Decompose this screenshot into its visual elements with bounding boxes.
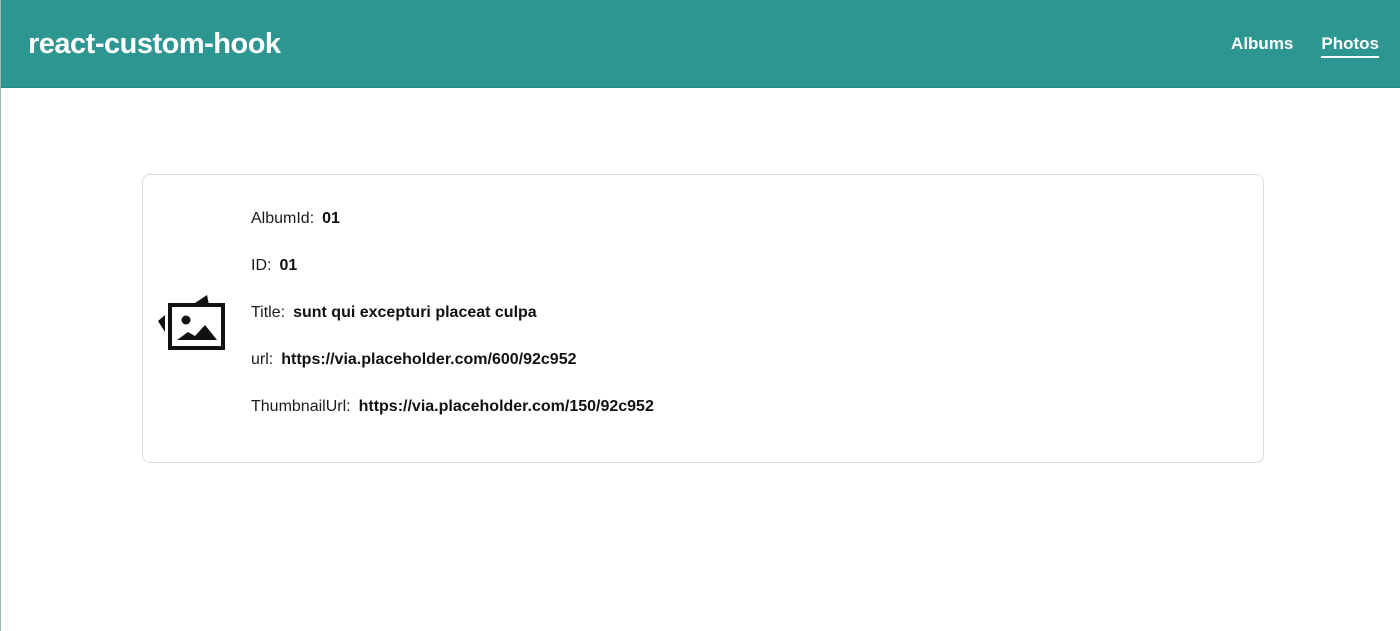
field-url: url: https://via.placeholder.com/600/92c9… (251, 350, 654, 397)
brand-title[interactable]: react-custom-hook (28, 26, 281, 62)
field-title: Title: sunt qui excepturi placeat culpa (251, 303, 654, 350)
photo-fields: AlbumId: 01 ID: 01 Title: sunt qui exceptur… (251, 209, 654, 444)
nav-link-photos[interactable]: Photos (1321, 33, 1379, 58)
field-thumbnail-url: ThumbnailUrl: https://via.placeholder.com… (251, 397, 654, 444)
field-label: url: (251, 351, 274, 368)
field-label: Title: (251, 304, 286, 321)
field-value: https://via.placeholder.com/150/92c952 (358, 398, 654, 415)
navbar: react-custom-hook Albums Photos (1, 0, 1400, 88)
image-frame-icon (157, 287, 227, 353)
field-label: ID: (251, 257, 272, 274)
field-label: ThumbnailUrl: (251, 398, 351, 415)
nav-link-albums[interactable]: Albums (1231, 33, 1293, 58)
field-value: 01 (279, 257, 298, 274)
field-label: AlbumId: (251, 210, 315, 227)
photo-card: AlbumId: 01 ID: 01 Title: sunt qui exceptur… (142, 174, 1264, 463)
field-album-id: AlbumId: 01 (251, 209, 654, 256)
nav-links: Albums Photos (1231, 33, 1379, 58)
field-value: sunt qui excepturi placeat culpa (293, 304, 537, 321)
app-root: react-custom-hook Albums Photos AlbumId:… (0, 0, 1400, 631)
field-value: https://via.placeholder.com/600/92c952 (281, 351, 577, 368)
field-id: ID: 01 (251, 256, 654, 303)
field-value: 01 (322, 210, 340, 227)
